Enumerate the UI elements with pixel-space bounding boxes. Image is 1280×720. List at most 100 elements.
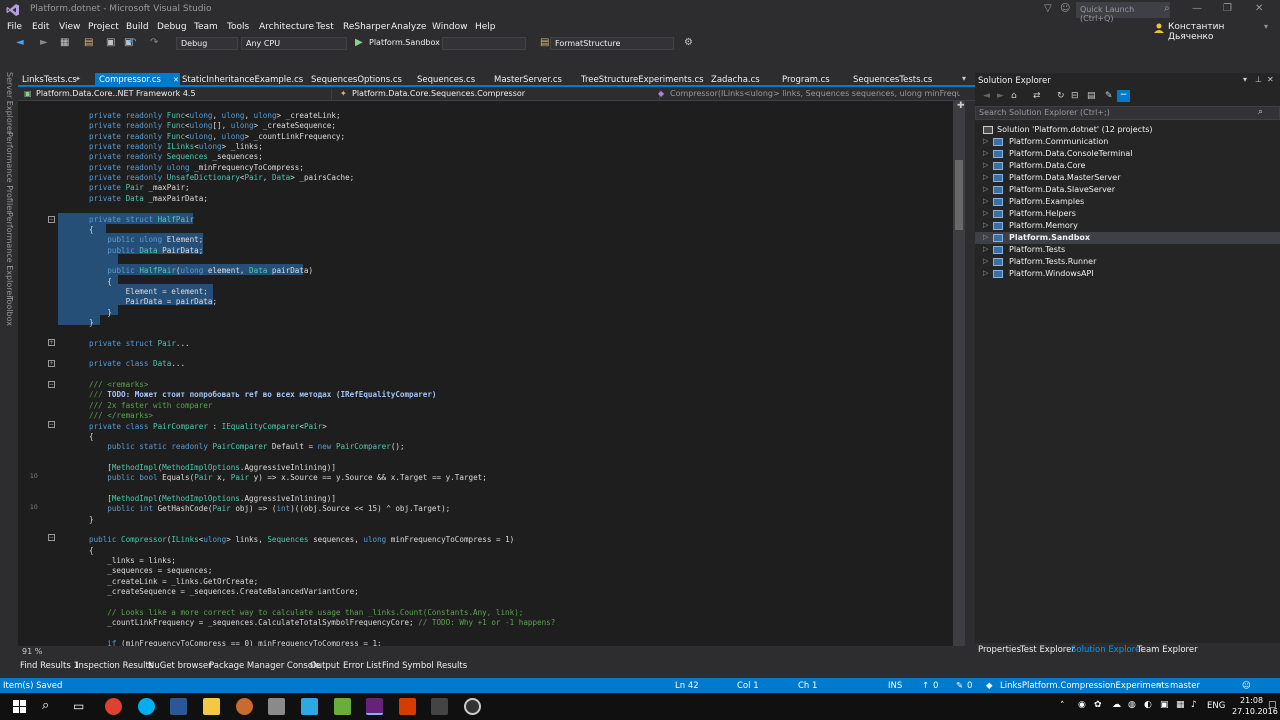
expand-icon[interactable]: ▷	[983, 221, 988, 229]
code-line[interactable]: Element = element;	[89, 287, 208, 297]
project-node[interactable]: ▷ Platform.Examples	[975, 196, 1280, 208]
code-line[interactable]: public static readonly PairComparer Defa…	[89, 442, 404, 452]
code-line[interactable]: private struct Pair...	[89, 339, 190, 349]
code-line[interactable]: private class PairComparer : IEqualityCo…	[89, 422, 327, 432]
expand-icon[interactable]: ▷	[983, 149, 988, 157]
menu-build[interactable]: Build	[126, 22, 149, 32]
expand-icon[interactable]: ▷	[983, 269, 988, 277]
skype-icon[interactable]	[138, 698, 155, 715]
language-indicator[interactable]: ENG	[1207, 701, 1225, 711]
expand-icon[interactable]: ▷	[983, 197, 988, 205]
back-icon[interactable]: ◄	[16, 37, 24, 48]
code-line[interactable]: private struct HalfPair	[89, 215, 194, 225]
repository-name[interactable]: LinksPlatform.CompressionExperiments	[1000, 681, 1169, 691]
tab-masterserver[interactable]: MasterServer.cs	[494, 73, 562, 87]
repo-icon[interactable]: ◆	[986, 681, 993, 691]
tab-error-list[interactable]: Error List	[343, 661, 381, 671]
project-node[interactable]: ▷ Platform.Data.Core	[975, 160, 1280, 172]
save-icon[interactable]: ▣	[106, 37, 115, 48]
menu-debug[interactable]: Debug	[157, 22, 187, 32]
clock-time[interactable]: 21:08	[1240, 696, 1263, 705]
code-line[interactable]: /// <remarks>	[89, 380, 148, 390]
code-line[interactable]: private readonly ulong _minFrequencyToCo…	[89, 163, 304, 173]
notepad-app-icon[interactable]	[334, 698, 351, 715]
word-icon[interactable]	[170, 698, 187, 715]
menu-view[interactable]: View	[59, 22, 80, 32]
menu-resharper[interactable]: ReSharper	[343, 22, 390, 32]
back-icon[interactable]: ◄	[983, 91, 990, 101]
code-line[interactable]: public int GetHashCode(Pair obj) => (int…	[89, 504, 450, 514]
properties-icon[interactable]: ✎	[1105, 91, 1113, 101]
close-button[interactable]: ✕	[1255, 3, 1263, 14]
fold-toggle[interactable]: −	[48, 534, 55, 541]
menu-file[interactable]: File	[7, 22, 22, 32]
task-view-icon[interactable]: ▭	[73, 699, 84, 713]
show-all-icon[interactable]: ▤	[1087, 91, 1096, 101]
close-tab-icon[interactable]: ✕	[173, 76, 179, 84]
publish-icon[interactable]: ↑	[922, 681, 929, 691]
tab-sequencestests[interactable]: SequencesTests.cs	[853, 73, 932, 87]
expand-icon[interactable]: ▷	[983, 233, 988, 241]
menu-tools[interactable]: Tools	[227, 22, 249, 32]
member-dropdown[interactable]: Compressor(ILinks<ulong> links, Sequence…	[670, 89, 960, 100]
split-editor-icon[interactable]: ✚	[957, 101, 965, 111]
fold-toggle[interactable]: −	[48, 421, 55, 428]
code-line[interactable]: private readonly Sequences _sequences;	[89, 152, 263, 162]
code-line[interactable]: /// </remarks>	[89, 411, 153, 421]
expand-icon[interactable]: ▷	[983, 257, 988, 265]
menu-help[interactable]: Help	[475, 22, 496, 32]
code-line[interactable]: }	[89, 308, 112, 318]
media-app-icon[interactable]	[236, 698, 253, 715]
code-line[interactable]: private Data _maxPairData;	[89, 194, 208, 204]
tray-chevron-icon[interactable]: ˄	[1060, 701, 1065, 711]
expand-icon[interactable]: ▷	[983, 173, 988, 181]
menu-analyze[interactable]: Analyze	[391, 22, 426, 32]
zoom-level[interactable]: 91 %	[22, 647, 42, 656]
menu-architecture[interactable]: Architecture	[259, 22, 314, 32]
tab-compressor[interactable]: Compressor.cs ✕	[95, 73, 180, 87]
user-name[interactable]: Константин Дьяченко	[1168, 22, 1240, 42]
menu-project[interactable]: Project	[88, 22, 119, 32]
expand-icon[interactable]: ▷	[983, 185, 988, 193]
code-line[interactable]: }	[89, 515, 94, 525]
code-line[interactable]: private readonly UnsafeDictionary<Pair, …	[89, 173, 354, 183]
preview-icon[interactable]: −	[1117, 90, 1130, 102]
expand-icon[interactable]: ▷	[983, 161, 988, 169]
feedback-icon[interactable]: ☺	[1060, 3, 1070, 14]
new-project-icon[interactable]: ▦	[60, 37, 69, 48]
search-icon[interactable]: ⌕	[1164, 3, 1170, 14]
menu-window[interactable]: Window	[432, 22, 468, 32]
fold-toggle[interactable]: +	[48, 360, 55, 367]
restore-button[interactable]: ❐	[1223, 3, 1232, 14]
tray-app-icon[interactable]: ☁	[1112, 700, 1121, 710]
visual-studio-icon[interactable]	[366, 698, 383, 715]
refresh-icon[interactable]: ↻	[1057, 91, 1065, 101]
code-line[interactable]: {	[89, 546, 94, 556]
project-node[interactable]: ▷ Platform.Helpers	[975, 208, 1280, 220]
code-line[interactable]: public Compressor(ILinks<ulong> links, S…	[89, 535, 514, 545]
expand-icon[interactable]: ▷	[983, 137, 988, 145]
pending-changes-icon[interactable]: ✎	[956, 681, 963, 691]
minimize-button[interactable]: —	[1192, 3, 1202, 14]
search-icon[interactable]: ⌕	[1258, 107, 1263, 117]
code-line[interactable]: [MethodImpl(MethodImplOptions.Aggressive…	[89, 463, 336, 473]
code-line[interactable]: /// TODO: Может стоит попробовать ref во…	[89, 390, 436, 400]
project-node[interactable]: ▷ Platform.Tests	[975, 244, 1280, 256]
code-line[interactable]: _countLinkFrequency = _sequences.Calcula…	[89, 618, 555, 628]
code-line[interactable]: private class Data...	[89, 359, 185, 369]
pending-changes-count[interactable]: 0	[967, 681, 972, 691]
format-dropdown[interactable]: FormatStructure	[550, 37, 674, 50]
code-line[interactable]: _createSequence = _sequences.CreateBalan…	[89, 587, 358, 597]
home-icon[interactable]: ⌂	[1011, 91, 1017, 101]
solution-search-input[interactable]: Search Solution Explorer (Ctrl+;) ⌕	[975, 106, 1280, 120]
tab-program[interactable]: Program.cs	[782, 73, 830, 87]
code-line[interactable]: {	[89, 432, 94, 442]
tab-find-symbol-results[interactable]: Find Symbol Results	[382, 661, 467, 671]
forward-icon[interactable]: ►	[40, 37, 48, 48]
tab-treestructure[interactable]: TreeStructureExperiments.cs	[581, 73, 704, 87]
redo-icon[interactable]: ↷	[150, 37, 158, 48]
windows-start-icon[interactable]	[13, 700, 26, 713]
code-line[interactable]: {	[89, 277, 112, 287]
collapse-all-icon[interactable]: ⊟	[1071, 91, 1079, 101]
code-line[interactable]: private readonly Func<ulong[], ulong> _c…	[89, 121, 336, 131]
